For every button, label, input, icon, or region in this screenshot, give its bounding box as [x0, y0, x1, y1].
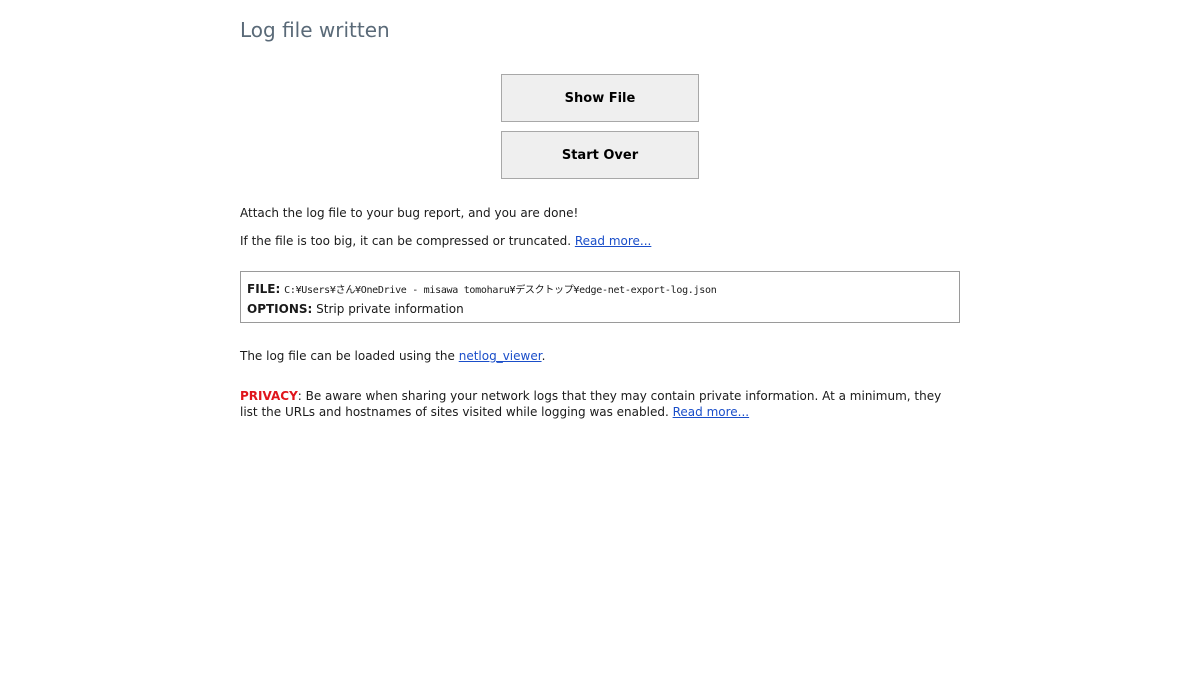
page-title: Log file written — [240, 18, 390, 42]
file-path-value: C:¥Users¥さん¥OneDrive - misawa tomoharu¥デ… — [284, 285, 717, 296]
read-more-privacy-link[interactable]: Read more... — [673, 405, 750, 419]
file-size-message: If the file is too big, it can be compre… — [240, 233, 651, 249]
privacy-label: PRIVACY — [240, 389, 298, 403]
read-more-truncation-link[interactable]: Read more... — [575, 234, 652, 248]
viewer-prefix: The log file can be loaded using the — [240, 349, 459, 363]
start-over-button[interactable]: Start Over — [501, 131, 699, 179]
show-file-button[interactable]: Show File — [501, 74, 699, 122]
options-label: OPTIONS: — [247, 302, 313, 316]
options-row: OPTIONS: Strip private information — [247, 300, 953, 318]
file-label: FILE: — [247, 282, 281, 296]
viewer-suffix: . — [541, 349, 546, 363]
viewer-message: The log file can be loaded using the net… — [240, 348, 545, 364]
done-message: Attach the log file to your bug report, … — [240, 206, 579, 220]
file-info-box: FILE: C:¥Users¥さん¥OneDrive - misawa tomo… — [240, 271, 960, 323]
netlog-viewer-link[interactable]: netlog_viewer — [459, 349, 542, 363]
privacy-notice: PRIVACY: Be aware when sharing your netw… — [240, 388, 960, 420]
privacy-text: : Be aware when sharing your network log… — [240, 389, 942, 419]
options-value: Strip private information — [316, 302, 464, 316]
file-path-row: FILE: C:¥Users¥さん¥OneDrive - misawa tomo… — [247, 280, 953, 298]
file-size-text: If the file is too big, it can be compre… — [240, 234, 575, 248]
